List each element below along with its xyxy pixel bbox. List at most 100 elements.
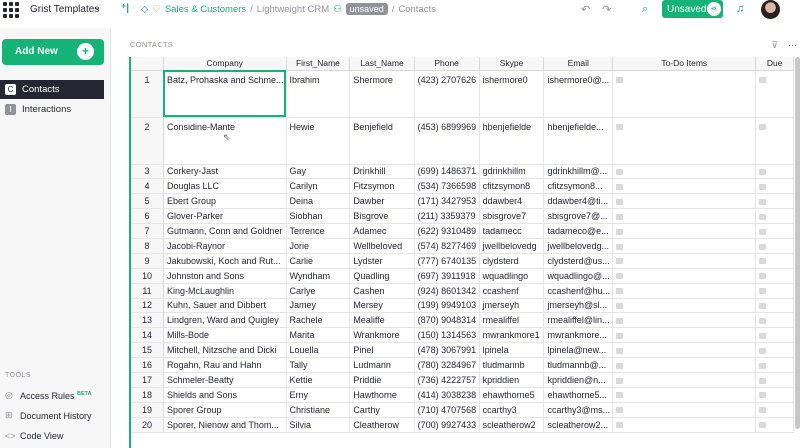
table-cell[interactable]: Wyndham [286, 268, 351, 284]
bell-icon[interactable]: ♫ [736, 3, 744, 15]
table-cell[interactable]: ehawthorne5... [543, 387, 614, 403]
breadcrumb-workspace[interactable]: Sales & Customers [165, 4, 246, 15]
home-icon[interactable]: ◇ [141, 4, 148, 15]
reference-cell[interactable] [612, 402, 757, 418]
reference-cell[interactable] [612, 298, 757, 314]
table-cell[interactable]: rmealiffel@lin... [543, 312, 614, 329]
reference-cell[interactable] [755, 178, 794, 195]
table-cell[interactable]: (924) 8601342 [414, 283, 480, 299]
table-cell[interactable]: Cashen [349, 283, 415, 299]
table-cell[interactable]: Mersey [349, 298, 415, 314]
reference-cell[interactable] [612, 208, 757, 225]
table-cell[interactable]: Sporer Group [163, 402, 287, 418]
reference-cell[interactable] [755, 253, 794, 269]
table-cell[interactable]: wquadlingo@... [543, 268, 614, 284]
row-number[interactable]: 7 [131, 223, 164, 239]
reference-cell[interactable] [755, 298, 794, 314]
table-cell[interactable]: ccashenf@hu... [543, 283, 614, 299]
table-cell[interactable]: Fitzsymon [349, 178, 415, 195]
table-cell[interactable]: (414) 3038238 [414, 387, 480, 403]
reference-cell[interactable] [755, 283, 794, 299]
column-header[interactable]: First_Name [286, 57, 351, 71]
avatar[interactable] [761, 0, 780, 19]
table-cell[interactable]: Dawber [349, 193, 415, 210]
table-cell[interactable]: Rachele [286, 312, 351, 329]
table-cell[interactable]: Silvia [286, 417, 351, 433]
table-cell[interactable]: wquadlingo [479, 268, 545, 284]
table-cell[interactable]: Carthy [349, 402, 415, 418]
row-number[interactable]: 2 [131, 117, 164, 165]
row-number[interactable]: 17 [131, 372, 164, 388]
table-cell[interactable]: Lydster [349, 253, 415, 269]
corner-cell[interactable] [131, 57, 164, 71]
reference-cell[interactable] [612, 312, 757, 329]
table-cell[interactable]: Mealiffe [349, 312, 415, 329]
table-cell[interactable]: Marita [286, 327, 351, 344]
reference-cell[interactable] [612, 417, 757, 433]
table-cell[interactable]: Batz, Prohaska and Schme... [163, 70, 287, 118]
table-cell[interactable]: (780) 3284967 [414, 357, 480, 373]
table-cell[interactable]: Benjefield [349, 117, 415, 165]
table-cell[interactable]: tadameco@e... [543, 223, 614, 239]
breadcrumb-doc[interactable]: Lightweight CRM [257, 4, 329, 15]
table-cell[interactable]: jwellbelovedg [479, 238, 545, 254]
table-cell[interactable]: King-McLaughlin [163, 283, 287, 299]
table-cell[interactable]: Jacobi-Raynor [163, 238, 287, 254]
tool-document-history[interactable]: ⊞ Document History [5, 410, 92, 421]
share-icon[interactable]: ⋖ [707, 2, 721, 16]
reference-cell[interactable] [612, 70, 757, 118]
table-cell[interactable]: Jamey [286, 298, 351, 314]
table-cell[interactable]: ishermore0@... [543, 70, 614, 118]
reference-cell[interactable] [755, 342, 794, 359]
table-cell[interactable]: Siobhan [286, 208, 351, 225]
table-cell[interactable]: tludmannb@... [543, 357, 614, 373]
row-number[interactable]: 9 [131, 253, 164, 269]
table-cell[interactable]: mwrankmore1 [479, 327, 545, 344]
table-cell[interactable]: (534) 7366598 [414, 178, 480, 195]
table-cell[interactable]: (700) 9927433 [414, 417, 480, 433]
row-number[interactable]: 1 [131, 70, 164, 118]
table-cell[interactable]: hbenjefielde... [543, 117, 614, 165]
table-cell[interactable]: ddawber4 [479, 193, 545, 210]
table-cell[interactable]: (697) 3911918 [414, 268, 480, 284]
row-number[interactable]: 8 [131, 238, 164, 254]
table-cell[interactable]: Jorie [286, 238, 351, 254]
table-cell[interactable]: Hawthorne [349, 387, 415, 403]
reference-cell[interactable] [755, 312, 794, 329]
reference-cell[interactable] [755, 208, 794, 225]
undo-icon[interactable]: ↶ [581, 3, 590, 16]
table-cell[interactable]: Schmeler-Beatty [163, 372, 287, 388]
column-header[interactable]: To-Do Items [612, 57, 757, 71]
reference-cell[interactable] [612, 327, 757, 344]
table-cell[interactable]: Ebert Group [163, 193, 287, 210]
table-cell[interactable]: Erny [286, 387, 351, 403]
row-number[interactable]: 20 [131, 417, 164, 433]
table-cell[interactable]: Jakubowski, Koch and Rut... [163, 253, 287, 269]
table-cell[interactable]: tadamecc [479, 223, 545, 239]
table-cell[interactable]: Deina [286, 193, 351, 210]
reference-cell[interactable] [612, 372, 757, 388]
table-cell[interactable]: Wrankmore [349, 327, 415, 344]
table-cell[interactable]: Mitchell, Nitzsche and Dicki [163, 342, 287, 359]
search-icon[interactable]: ⌕ [642, 3, 648, 16]
reference-cell[interactable] [755, 223, 794, 239]
table-cell[interactable]: (574) 8277469 [414, 238, 480, 254]
reference-cell[interactable] [755, 417, 794, 433]
column-header[interactable]: Last_Name [349, 57, 415, 71]
table-cell[interactable]: Quadling [349, 268, 415, 284]
reference-cell[interactable] [612, 223, 757, 239]
table-cell[interactable]: (699) 1486371 [414, 164, 480, 180]
table-cell[interactable]: jmerseyh [479, 298, 545, 314]
grist-logo-icon[interactable] [0, 0, 20, 19]
table-cell[interactable]: Sporer, Nienow and Thom... [163, 417, 287, 433]
table-cell[interactable]: lpinela [479, 342, 545, 359]
table-cell[interactable]: Gutmann, Conn and Goldner [163, 223, 287, 239]
row-number[interactable]: 13 [131, 312, 164, 329]
table-cell[interactable]: (211) 3359379 [414, 208, 480, 225]
row-number[interactable]: 4 [131, 178, 164, 195]
reference-cell[interactable] [755, 372, 794, 388]
reference-cell[interactable] [755, 70, 794, 118]
table-cell[interactable]: kpriddien@n... [543, 372, 614, 388]
reference-cell[interactable] [755, 357, 794, 373]
reference-cell[interactable] [612, 268, 757, 284]
